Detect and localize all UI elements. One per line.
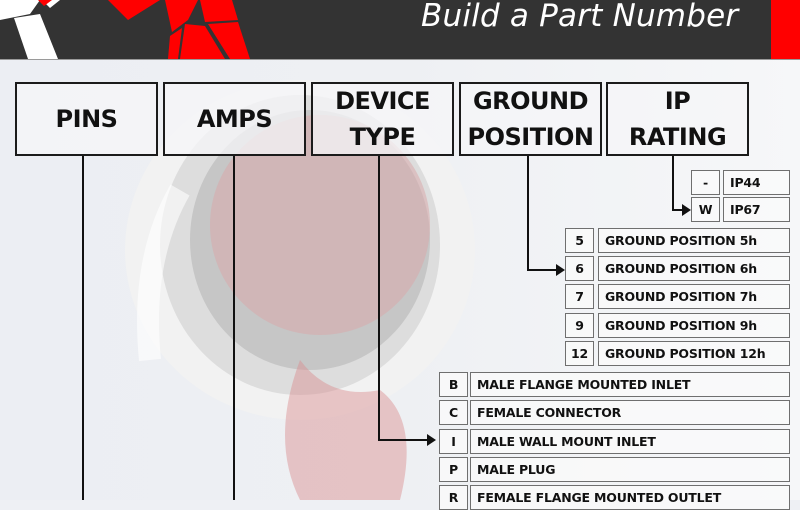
option-code: -	[691, 170, 720, 195]
option-code: I	[439, 429, 468, 454]
ground-position-arrow-icon	[556, 264, 565, 276]
column-header-device-type: DEVICE TYPE	[311, 82, 454, 156]
header-bar: Build a Part Number	[0, 0, 800, 60]
option-code: R	[439, 485, 468, 510]
option-code: B	[439, 372, 468, 397]
option-label: GROUND POSITION 6h	[598, 256, 790, 281]
pins-connector-line	[82, 156, 84, 500]
option-label: IP44	[723, 170, 790, 195]
option-label: FEMALE CONNECTOR	[470, 400, 790, 425]
option-code: W	[691, 197, 720, 222]
ip-rating-connector-line	[672, 156, 674, 211]
option-code: 5	[565, 228, 594, 253]
option-label: GROUND POSITION 7h	[598, 284, 790, 309]
accent-bar	[771, 0, 800, 59]
option-label: MALE PLUG	[470, 457, 790, 482]
option-code: 9	[565, 313, 594, 338]
option-label: MALE FLANGE MOUNTED INLET	[470, 372, 790, 397]
column-header-ip-rating: IP RATING	[606, 82, 749, 156]
option-code: P	[439, 457, 468, 482]
device-type-connector-line	[378, 156, 380, 441]
column-header-label: AMPS	[196, 105, 273, 133]
page-title: Build a Part Number	[421, 0, 739, 34]
option-code: 7	[565, 284, 594, 309]
option-label: FEMALE FLANGE MOUNTED OUTLET	[470, 485, 790, 510]
option-label: GROUND POSITION 5h	[598, 228, 790, 253]
option-label: GROUND POSITION 9h	[598, 313, 790, 338]
column-header-amps: AMPS	[163, 82, 306, 156]
device-type-arrow-icon	[427, 434, 436, 446]
column-header-label: IP RATING	[628, 87, 727, 151]
logo-graphic	[0, 0, 250, 59]
option-label: GROUND POSITION 12h	[598, 341, 790, 366]
ip-rating-arrow-icon	[682, 204, 691, 216]
option-label: IP67	[723, 197, 790, 222]
column-header-label: PINS	[55, 105, 118, 133]
ground-position-connector-line	[527, 156, 529, 271]
column-header-label: GROUND POSITION	[467, 87, 595, 151]
option-code: C	[439, 400, 468, 425]
column-header-pins: PINS	[15, 82, 158, 156]
column-header-ground-position: GROUND POSITION	[459, 82, 602, 156]
option-code: 6	[565, 256, 594, 281]
ground-position-connector-line	[527, 269, 557, 271]
option-code: 12	[565, 341, 594, 366]
option-label: MALE WALL MOUNT INLET	[470, 429, 790, 454]
device-type-connector-line	[378, 439, 428, 441]
column-header-label: DEVICE TYPE	[335, 87, 430, 151]
amps-connector-line	[233, 156, 235, 500]
